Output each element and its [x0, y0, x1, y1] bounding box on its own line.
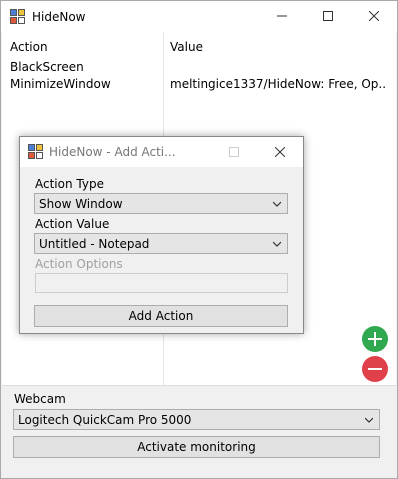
window-title: HideNow	[32, 10, 86, 24]
action-value-label: Action Value	[35, 217, 110, 231]
action-type-select[interactable]: Show Window	[34, 193, 288, 214]
action-value-value: Untitled - Notepad	[39, 236, 150, 251]
action-type-label: Action Type	[35, 177, 104, 191]
dialog-title: HideNow - Add Acti...	[49, 145, 176, 159]
chevron-down-icon	[273, 201, 281, 207]
webcam-label: Webcam	[14, 392, 66, 406]
app-icon	[10, 9, 26, 25]
column-header-action[interactable]: Action	[10, 39, 48, 55]
add-action-button[interactable]	[362, 326, 388, 352]
maximize-icon	[229, 146, 239, 157]
dialog-maximize-button	[211, 137, 257, 166]
minimize-button[interactable]	[259, 1, 305, 31]
activate-monitoring-button[interactable]: Activate monitoring	[13, 436, 380, 458]
webcam-select-value: Logitech QuickCam Pro 5000	[18, 412, 192, 427]
webcam-select[interactable]: Logitech QuickCam Pro 5000	[13, 409, 380, 430]
minimize-icon	[277, 15, 287, 17]
add-action-submit-button[interactable]: Add Action	[34, 305, 288, 327]
plus-icon	[368, 332, 382, 346]
close-button[interactable]	[351, 1, 397, 31]
maximize-icon	[323, 11, 333, 21]
close-icon	[275, 146, 285, 157]
dialog-close-button[interactable]	[257, 137, 303, 166]
close-icon	[369, 11, 379, 21]
action-options-label: Action Options	[35, 257, 123, 271]
list-item[interactable]: MinimizeWindow meltingice1337/HideNow: F…	[2, 75, 396, 92]
remove-action-button[interactable]	[362, 356, 388, 382]
add-action-dialog: HideNow - Add Acti... Action Type Show W…	[19, 136, 304, 334]
app-icon	[28, 144, 44, 160]
action-type-value: Show Window	[39, 196, 123, 211]
maximize-button[interactable]	[305, 1, 351, 31]
chevron-down-icon	[273, 241, 281, 247]
minus-icon	[368, 368, 382, 370]
list-item-action: MinimizeWindow	[10, 77, 111, 91]
main-titlebar[interactable]: HideNow	[1, 1, 397, 32]
list-item-action: BlackScreen	[10, 60, 84, 74]
action-options-input[interactable]	[35, 273, 288, 293]
dialog-titlebar[interactable]: HideNow - Add Acti...	[20, 137, 303, 167]
list-item-value: meltingice1337/HideNow: Free, Op...	[170, 77, 385, 91]
chevron-down-icon	[365, 417, 373, 423]
column-header-value[interactable]: Value	[170, 39, 203, 55]
list-item[interactable]: BlackScreen	[2, 58, 396, 75]
action-value-select[interactable]: Untitled - Notepad	[34, 233, 288, 254]
